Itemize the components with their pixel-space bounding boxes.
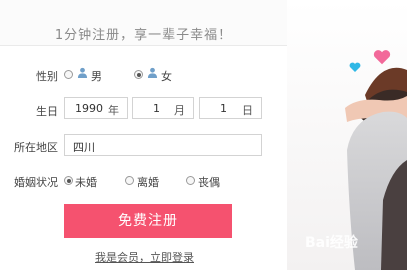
watermark: Bai经验: [305, 235, 358, 251]
couple-photo: [287, 0, 407, 270]
region-label: 所在地区: [14, 141, 58, 154]
gender-female-label[interactable]: 女: [161, 68, 172, 84]
birth-day-select[interactable]: 1 日: [199, 97, 262, 119]
marital-single-radio[interactable]: [64, 176, 73, 185]
birth-day-unit: 日: [242, 104, 253, 117]
male-avatar-icon: [77, 67, 88, 78]
birth-year-unit: 年: [108, 104, 119, 117]
birth-year-select[interactable]: 1990 年: [64, 97, 128, 119]
birth-month-unit: 月: [174, 104, 185, 117]
region-value: 四川: [73, 141, 95, 154]
blue-heart-icon: [349, 62, 361, 72]
birth-month-value: 1: [153, 102, 160, 115]
gender-male-label[interactable]: 男: [91, 68, 102, 84]
gender-female-radio[interactable]: [134, 70, 143, 79]
birth-year-value: 1990: [75, 102, 103, 115]
marital-widowed-label[interactable]: 丧偶: [198, 174, 220, 190]
female-avatar-icon: [147, 67, 158, 78]
birth-month-select[interactable]: 1 月: [132, 97, 194, 119]
member-login-link[interactable]: 我是会员，立即登录: [95, 249, 194, 265]
birthday-label: 生日: [36, 105, 58, 118]
registration-panel: 1分钟注册，享一辈子幸福！ 性别 男 女 生日 1990 年 1 月 1 日 所…: [0, 0, 287, 270]
slogan-text: 1分钟注册，享一辈子幸福！: [54, 28, 233, 43]
region-select[interactable]: 四川: [64, 134, 262, 156]
gender-male-radio[interactable]: [64, 70, 73, 79]
birth-day-value: 1: [220, 102, 227, 115]
pink-heart-icon: [373, 50, 391, 65]
header-bar: 1分钟注册，享一辈子幸福！: [0, 0, 287, 46]
marital-divorced-radio[interactable]: [125, 176, 134, 185]
free-register-button[interactable]: 免费注册: [64, 204, 232, 238]
marital-widowed-radio[interactable]: [186, 176, 195, 185]
couple-illustration: [287, 0, 407, 270]
marital-single-label[interactable]: 未婚: [75, 174, 97, 190]
marital-label: 婚姻状况: [14, 176, 58, 189]
marital-divorced-label[interactable]: 离婚: [137, 174, 159, 190]
gender-label: 性别: [36, 70, 58, 83]
